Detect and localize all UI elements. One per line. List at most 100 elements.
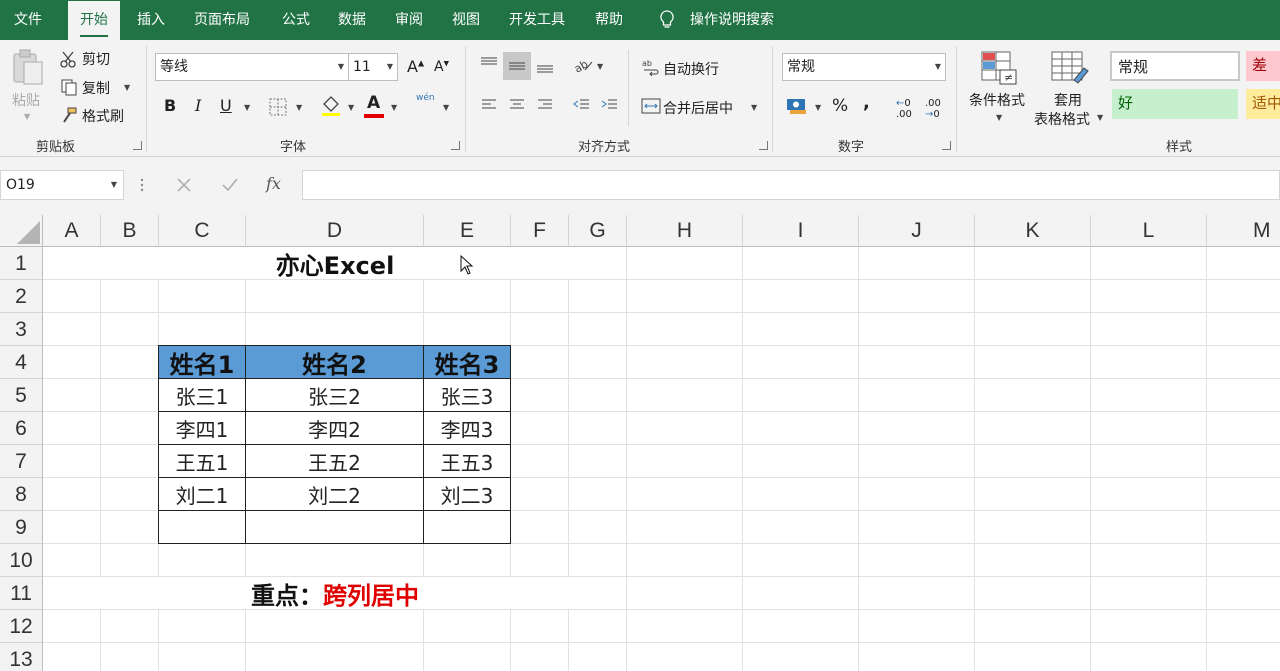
phonetic-dropdown-icon[interactable]: ▼ [443, 103, 449, 112]
merge-center-button[interactable]: 合并后居中 [663, 98, 733, 118]
name-box[interactable]: O19 ▼ [0, 170, 124, 200]
comma-button[interactable]: , [863, 92, 870, 113]
wrap-text-button[interactable]: 自动换行 [663, 59, 719, 79]
increase-decimal-button[interactable]: ←0.00 [896, 98, 912, 120]
tab-data[interactable]: 数据 [338, 0, 366, 40]
cancel-icon[interactable] [173, 174, 195, 196]
tab-review[interactable]: 审阅 [395, 0, 423, 40]
row-header-9[interactable]: 9 [0, 511, 43, 544]
column-header-b[interactable]: B [101, 215, 159, 247]
orientation-icon[interactable]: ab [572, 54, 594, 76]
row-header-1[interactable]: 1 [0, 247, 43, 280]
table-cell[interactable]: 李四1 [158, 411, 246, 445]
font-launcher-icon[interactable] [451, 141, 460, 150]
table-cell[interactable] [158, 510, 246, 544]
column-header-l[interactable]: L [1091, 215, 1207, 247]
column-header-j[interactable]: J [859, 215, 975, 247]
align-center-icon[interactable] [506, 94, 528, 116]
row-header-12[interactable]: 12 [0, 610, 43, 643]
tab-view[interactable]: 视图 [452, 0, 480, 40]
copy-dropdown-icon[interactable]: ▼ [124, 83, 130, 92]
tell-me-search[interactable]: 操作说明搜索 [690, 0, 774, 40]
select-all-corner[interactable] [0, 215, 43, 247]
tab-developer[interactable]: 开发工具 [509, 0, 565, 40]
align-middle-icon[interactable] [503, 52, 531, 80]
underline-dropdown-icon[interactable]: ▼ [244, 103, 250, 112]
paste-button[interactable]: 粘贴 [12, 90, 40, 110]
style-bad[interactable]: 差 [1246, 51, 1280, 81]
table-cell[interactable]: 张三2 [245, 378, 424, 412]
row-header-10[interactable]: 10 [0, 544, 43, 577]
style-good[interactable]: 好 [1112, 89, 1238, 119]
decrease-indent-icon[interactable] [570, 94, 592, 116]
row-header-5[interactable]: 5 [0, 379, 43, 412]
style-normal[interactable]: 常规 [1110, 51, 1240, 81]
merge-dropdown-icon[interactable]: ▼ [751, 103, 757, 112]
percent-button[interactable]: % [832, 96, 848, 116]
row-header-8[interactable]: 8 [0, 478, 43, 511]
row-header-6[interactable]: 6 [0, 412, 43, 445]
row-header-4[interactable]: 4 [0, 346, 43, 379]
worksheet-grid[interactable]: A B C D E F G H I J K L M 1 2 3 4 5 6 7 … [0, 215, 1280, 671]
alignment-launcher-icon[interactable] [759, 141, 768, 150]
tab-file[interactable]: 文件 [14, 0, 42, 40]
tab-page-layout[interactable]: 页面布局 [194, 0, 250, 40]
column-header-m[interactable]: M [1207, 215, 1280, 247]
table-cell[interactable]: 张三1 [158, 378, 246, 412]
number-launcher-icon[interactable] [942, 141, 951, 150]
underline-button[interactable]: U [220, 96, 232, 115]
grow-font-button[interactable]: A▲ [407, 57, 424, 76]
row-header-7[interactable]: 7 [0, 445, 43, 478]
table-cell[interactable] [245, 510, 424, 544]
accounting-dropdown-icon[interactable]: ▼ [815, 103, 821, 112]
tab-formulas[interactable]: 公式 [282, 0, 310, 40]
insert-function-button[interactable]: fx [266, 174, 281, 193]
tab-home[interactable]: 开始 [68, 1, 120, 40]
column-header-i[interactable]: I [743, 215, 859, 247]
borders-icon[interactable] [267, 96, 289, 118]
format-as-table-line1[interactable]: 套用 [1054, 90, 1082, 110]
row-header-2[interactable]: 2 [0, 280, 43, 313]
row-header-13[interactable]: 13 [0, 643, 43, 671]
shrink-font-button[interactable]: A▼ [434, 59, 449, 75]
table-cell[interactable]: 王五3 [423, 444, 511, 478]
table-cell[interactable]: 刘二2 [245, 477, 424, 511]
column-header-c[interactable]: C [159, 215, 246, 247]
align-bottom-icon[interactable] [534, 56, 556, 78]
column-header-a[interactable]: A [43, 215, 101, 247]
font-name-combo[interactable]: 等线 ▼ [155, 53, 349, 81]
tab-help[interactable]: 帮助 [595, 0, 623, 40]
fill-color-icon[interactable] [320, 94, 342, 116]
table-cell[interactable]: 张三3 [423, 378, 511, 412]
fill-color-dropdown-icon[interactable]: ▼ [348, 103, 354, 112]
conditional-dropdown-icon[interactable]: ▼ [996, 113, 1002, 122]
borders-dropdown-icon[interactable]: ▼ [296, 103, 302, 112]
conditional-formatting-button[interactable]: 条件格式 [969, 90, 1025, 110]
column-header-d[interactable]: D [246, 215, 424, 247]
decrease-decimal-button[interactable]: .00 →0 [925, 98, 941, 120]
table-cell[interactable]: 刘二1 [158, 477, 246, 511]
table-cell[interactable]: 王五1 [158, 444, 246, 478]
copy-button[interactable]: 复制 [82, 78, 110, 98]
phonetic-button[interactable]: wén [416, 93, 435, 103]
table-cell[interactable]: 李四3 [423, 411, 511, 445]
column-header-h[interactable]: H [627, 215, 743, 247]
table-cell[interactable]: 李四2 [245, 411, 424, 445]
clipboard-launcher-icon[interactable] [133, 141, 142, 150]
font-color-dropdown-icon[interactable]: ▼ [391, 103, 397, 112]
format-as-table-dropdown-icon[interactable]: ▼ [1097, 113, 1103, 122]
table-header[interactable]: 姓名1 [158, 345, 246, 379]
row-header-11[interactable]: 11 [0, 577, 43, 610]
resize-handle-icon[interactable] [140, 177, 144, 193]
table-cell[interactable] [423, 510, 511, 544]
table-cell[interactable]: 王五2 [245, 444, 424, 478]
number-format-combo[interactable]: 常规 ▼ [782, 53, 946, 81]
enter-icon[interactable] [219, 174, 241, 196]
column-header-g[interactable]: G [569, 215, 627, 247]
bold-button[interactable]: B [164, 96, 176, 115]
italic-button[interactable]: I [195, 96, 201, 115]
table-header[interactable]: 姓名2 [245, 345, 424, 379]
font-color-button[interactable]: A [367, 93, 380, 113]
cut-button[interactable]: 剪切 [82, 49, 110, 69]
column-header-e[interactable]: E [424, 215, 511, 247]
